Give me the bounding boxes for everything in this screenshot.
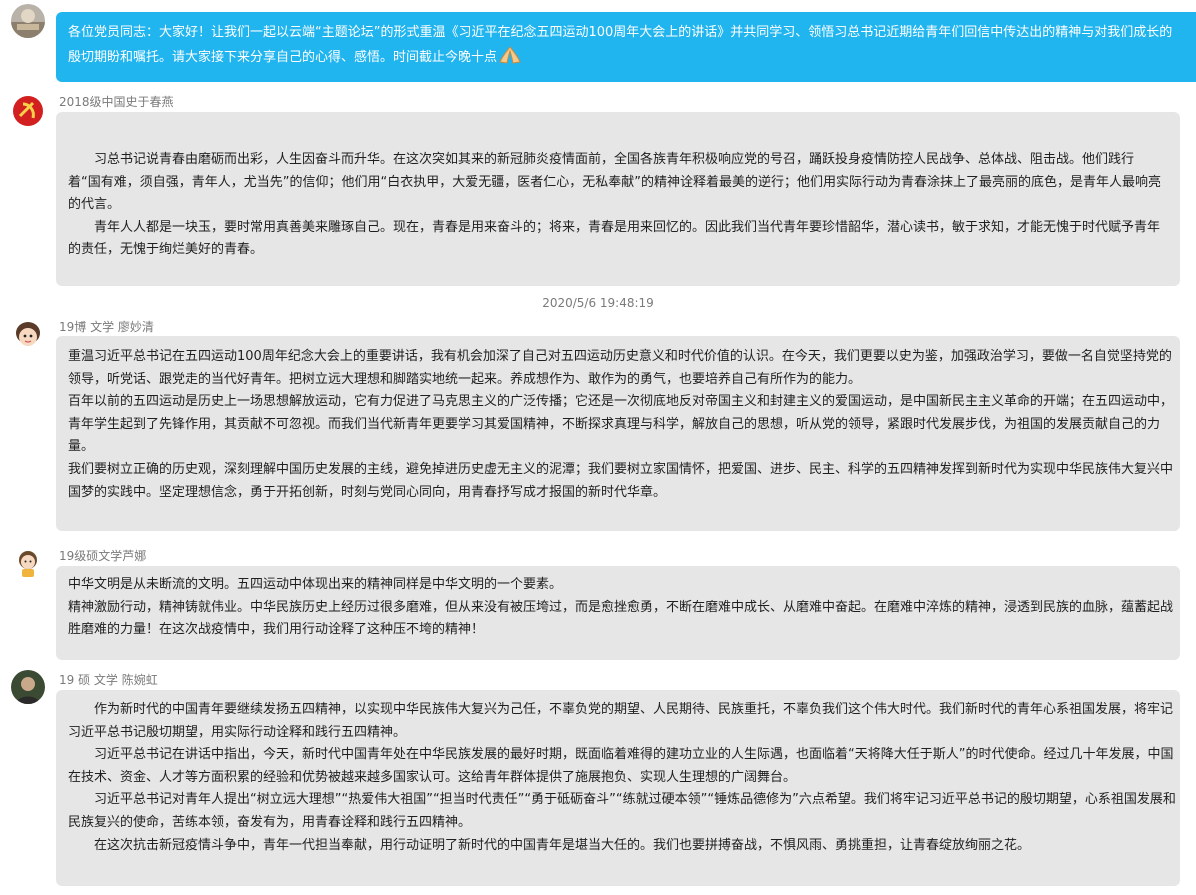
message-paragraph: 精神激励行动，精神铸就伟业。中华民族历史上经历过很多磨难，但从来没有被压垮过，而… <box>68 599 1174 638</box>
sender-name: 19级硕文学芦娜 <box>59 549 147 563</box>
message-paragraph: 中华文明是从未断流的文明。五四运动中体现出来的精神同样是中华文明的一个要素。 <box>68 577 563 592</box>
message-paragraph: 习近平总书记对青年人提出“树立远大理想”“热爱伟大祖国”“担当时代责任”“勇于砥… <box>68 792 1176 830</box>
message-text: 各位党员同志：大家好！让我们一起以云端“主题论坛”的形式重温《习近平在纪念五四运… <box>68 25 1173 65</box>
message-paragraph: 我们要树立正确的历史观，深刻理解中国历史发展的主线，避免掉进历史虚无主义的泥潭；… <box>68 461 1174 500</box>
chat-history: 各位党员同志：大家好！让我们一起以云端“主题论坛”的形式重温《习近平在纪念五四运… <box>0 0 1196 895</box>
avatar[interactable] <box>11 546 45 580</box>
message-paragraph: 习总书记说青春由磨砺而出彩，人生因奋斗而升华。在这次突如其来的新冠肺炎疫情面前，… <box>68 152 1161 213</box>
message-paragraph: 重温习近平总书记在五四运动100周年纪念大会上的重要讲话，我有机会加深了自己对五… <box>68 349 1172 387</box>
avatar[interactable] <box>11 4 45 38</box>
message-bubble[interactable]: 中华文明是从未断流的文明。五四运动中体现出来的精神同样是中华文明的一个要素。 精… <box>56 566 1180 660</box>
sender-name: 19 硕 文学 陈婉虹 <box>59 673 158 687</box>
message-paragraph: 在这次抗击新冠疫情斗争中，青年一代担当奉献，用行动证明了新时代的中国青年是堪当大… <box>94 837 1031 853</box>
sender-name: 19博 文学 廖妙清 <box>59 320 154 334</box>
avatar[interactable] <box>11 94 45 128</box>
avatar-landscape-icon <box>11 4 45 38</box>
avatar[interactable] <box>11 318 45 352</box>
message-bubble[interactable]: 各位党员同志：大家好！让我们一起以云端“主题论坛”的形式重温《习近平在纪念五四运… <box>56 12 1196 82</box>
message-bubble[interactable]: 作为新时代的中国青年要继续发扬五四精神，以实现中华民族伟大复兴为己任，不辜负党的… <box>56 690 1180 886</box>
message-paragraph: 青年人人都是一块玉，要时常用真善美来雕琢自己。现在，青春是用来奋斗的；将来，青春… <box>68 219 1161 258</box>
avatar-cartoon-girl-icon <box>11 318 45 352</box>
sender-name: 2018级中国史于春燕 <box>59 95 174 109</box>
avatar-cartoon-kid-icon <box>11 546 45 580</box>
avatar-party-emblem-icon <box>11 94 45 128</box>
avatar[interactable] <box>11 670 45 704</box>
message-bubble[interactable]: 重温习近平总书记在五四运动100周年纪念大会上的重要讲话，我有机会加深了自己对五… <box>56 336 1180 531</box>
avatar-photo-icon <box>11 670 45 704</box>
message-paragraph: 习近平总书记在讲话中指出，今天，新时代中国青年处在中华民族发展的最好时期，既面临… <box>68 747 1174 785</box>
message-paragraph: 作为新时代的中国青年要继续发扬五四精神，以实现中华民族伟大复兴为己任，不辜负党的… <box>68 702 1174 740</box>
timestamp: 2020/5/6 19:48:19 <box>542 296 654 310</box>
pray-icon <box>497 45 523 65</box>
message-bubble[interactable]: 习总书记说青春由磨砺而出彩，人生因奋斗而升华。在这次突如其来的新冠肺炎疫情面前，… <box>56 112 1180 286</box>
message-paragraph: 百年以前的五四运动是历史上一场思想解放运动，它有力促进了马克思主义的广泛传播；它… <box>68 394 1174 455</box>
